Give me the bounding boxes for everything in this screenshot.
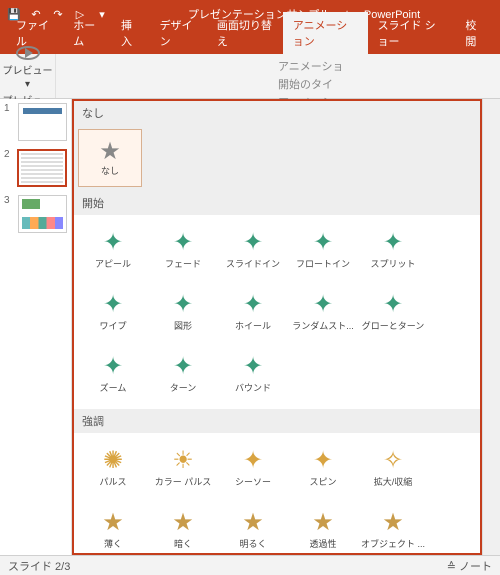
star-icon: ★	[242, 511, 264, 535]
anim-start-5[interactable]: ✦ワイプ	[78, 281, 148, 343]
section-start: 開始	[74, 191, 480, 215]
status-bar: スライド 2/3 ≙ ノート	[0, 555, 500, 575]
preview-label: プレビュー	[3, 62, 53, 77]
star-icon: ★	[99, 140, 121, 164]
anim-emph-9[interactable]: ★オブジェクト ...	[358, 499, 428, 555]
anim-start-11[interactable]: ✦ターン	[148, 343, 218, 405]
thumb-3[interactable]: 3	[4, 195, 67, 233]
star-icon: ✦	[103, 355, 123, 379]
anim-start-timing: 開始のタイ	[278, 76, 494, 92]
section-none: なし	[74, 101, 480, 125]
anim-emph-8[interactable]: ★透過性	[288, 499, 358, 555]
tab-transitions[interactable]: 画面切り替え	[207, 12, 283, 54]
anim-start-12[interactable]: ✦バウンド	[218, 343, 288, 405]
star-icon: ✦	[243, 231, 263, 255]
anim-start-6[interactable]: ✦図形	[148, 281, 218, 343]
tab-slideshow[interactable]: スライド ショー	[368, 12, 456, 54]
tab-review[interactable]: 校閲	[455, 12, 494, 54]
star-icon: ✦	[173, 355, 193, 379]
star-icon: ✧	[383, 449, 403, 473]
star-icon: ✦	[313, 449, 333, 473]
star-icon: ✦	[103, 293, 123, 317]
notes-button[interactable]: ≙ ノート	[447, 558, 492, 574]
star-icon: ★	[172, 511, 194, 535]
preview-sublabel: ▾	[25, 79, 30, 90]
anim-none[interactable]: ★ なし	[78, 129, 142, 187]
anim-start-0[interactable]: ✦アピール	[78, 219, 148, 281]
ribbon-tabs: ファイル ホーム 挿入 デザイン 画面切り替え アニメーション スライド ショー…	[0, 28, 500, 54]
star-icon: ✺	[103, 449, 123, 473]
slide-counter: スライド 2/3	[8, 558, 70, 574]
star-icon: ★	[102, 511, 124, 535]
anim-start-3[interactable]: ✦フロートイン	[288, 219, 358, 281]
anim-emph-3[interactable]: ✦スピン	[288, 437, 358, 499]
anim-emph-6[interactable]: ★暗く	[148, 499, 218, 555]
ribbon: プレビュー ▾ プレビュー アニメーショ 開始のタイ アニメーショ アニメーショ…	[0, 54, 500, 99]
preview-icon	[16, 46, 40, 60]
anim-emph-7[interactable]: ★明るく	[218, 499, 288, 555]
star-icon: ✦	[383, 231, 403, 255]
animation-pane-hints: アニメーショ 開始のタイ アニメーショ アニメーションの詳	[272, 54, 500, 98]
anim-emph-1[interactable]: ☀カラー パルス	[148, 437, 218, 499]
anim-emph-0[interactable]: ✺パルス	[78, 437, 148, 499]
star-icon: ✦	[173, 231, 193, 255]
animation-gallery: なし ★ なし 開始 ✦アピール✦フェード✦スライドイン✦フロートイン✦スプリッ…	[72, 99, 482, 555]
thumb-2[interactable]: 2	[4, 149, 67, 187]
tab-home[interactable]: ホーム	[63, 12, 111, 54]
anim-start-2[interactable]: ✦スライドイン	[218, 219, 288, 281]
star-icon: ✦	[103, 231, 123, 255]
star-icon: ✦	[243, 449, 263, 473]
slide-thumbnails: 1 2 3	[0, 99, 72, 555]
anim-start-10[interactable]: ✦ズーム	[78, 343, 148, 405]
star-icon: ✦	[313, 293, 333, 317]
anim-start-1[interactable]: ✦フェード	[148, 219, 218, 281]
anim-start-4[interactable]: ✦スプリット	[358, 219, 428, 281]
anim-emph-5[interactable]: ★薄く	[78, 499, 148, 555]
anim-start-7[interactable]: ✦ホイール	[218, 281, 288, 343]
star-icon: ✦	[173, 293, 193, 317]
star-icon: ✦	[243, 355, 263, 379]
star-icon: ✦	[313, 231, 333, 255]
anim-start-8[interactable]: ✦ランダムスト...	[288, 281, 358, 343]
star-icon: ☀	[172, 449, 194, 473]
tab-animations[interactable]: アニメーション	[283, 12, 368, 54]
anim-pane-title[interactable]: アニメーショ	[278, 58, 494, 74]
thumb-1[interactable]: 1	[4, 103, 67, 141]
content-area: 1 2 3 なし ★ なし 開始 ✦アピール✦フェード✦スライドイン✦フロートイ…	[0, 99, 500, 555]
preview-group[interactable]: プレビュー ▾ プレビュー	[0, 54, 56, 98]
tab-insert[interactable]: 挿入	[111, 12, 150, 54]
anim-start-9[interactable]: ✦グローとターン	[358, 281, 428, 343]
star-icon: ✦	[243, 293, 263, 317]
gallery-scrollbar[interactable]	[482, 99, 500, 555]
tab-design[interactable]: デザイン	[150, 12, 207, 54]
star-icon: ★	[382, 511, 404, 535]
star-icon: ★	[312, 511, 334, 535]
grid-start: ✦アピール✦フェード✦スライドイン✦フロートイン✦スプリット ✦ワイプ✦図形✦ホイ…	[74, 215, 480, 409]
grid-emphasis: ✺パルス☀カラー パルス✦シーソー✦スピン✧拡大/収縮 ★薄く★暗く★明るく★透過…	[74, 433, 480, 555]
star-icon: ✦	[383, 293, 403, 317]
animation-gallery-wrap: なし ★ なし 開始 ✦アピール✦フェード✦スライドイン✦フロートイン✦スプリッ…	[72, 99, 500, 555]
anim-emph-2[interactable]: ✦シーソー	[218, 437, 288, 499]
anim-emph-4[interactable]: ✧拡大/収縮	[358, 437, 428, 499]
section-emphasis: 強調	[74, 409, 480, 433]
none-row: ★ なし	[74, 125, 480, 191]
